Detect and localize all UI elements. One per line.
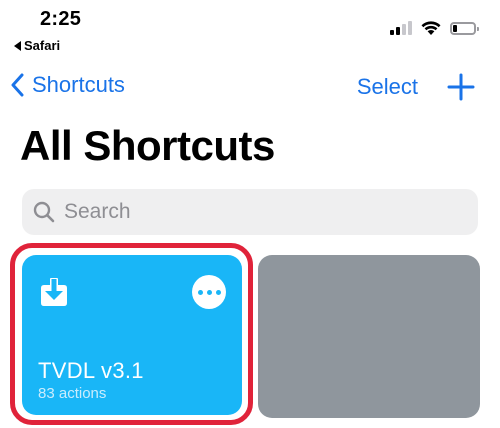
select-button[interactable]: Select bbox=[357, 74, 418, 100]
plus-icon[interactable] bbox=[446, 72, 476, 102]
highlight-outline bbox=[10, 243, 253, 425]
back-button-label: Shortcuts bbox=[32, 72, 125, 97]
search-icon bbox=[33, 201, 55, 223]
signal-bar bbox=[402, 24, 406, 35]
status-indicators bbox=[390, 20, 479, 36]
back-button[interactable]: Shortcuts bbox=[10, 72, 125, 98]
status-time: 2:25 bbox=[40, 8, 82, 30]
search-input[interactable] bbox=[62, 199, 446, 225]
back-to-app[interactable]: Safari bbox=[14, 38, 60, 53]
wifi-icon bbox=[421, 21, 441, 35]
battery-level bbox=[453, 24, 457, 32]
cellular-signal-icon bbox=[390, 21, 412, 35]
back-app-label: Safari bbox=[24, 38, 61, 53]
page-title: All Shortcuts bbox=[20, 122, 275, 169]
battery-icon bbox=[450, 21, 479, 35]
shortcuts-screen: 2:25 Safari Shortcuts Select All Shortcu… bbox=[0, 0, 500, 428]
shortcut-card-2[interactable] bbox=[258, 255, 480, 418]
chevron-left-icon bbox=[11, 73, 24, 97]
signal-bar bbox=[390, 30, 394, 35]
signal-bar bbox=[408, 21, 412, 35]
search-bar[interactable] bbox=[22, 189, 478, 235]
back-triangle-icon bbox=[14, 40, 21, 51]
signal-bar bbox=[396, 27, 400, 35]
